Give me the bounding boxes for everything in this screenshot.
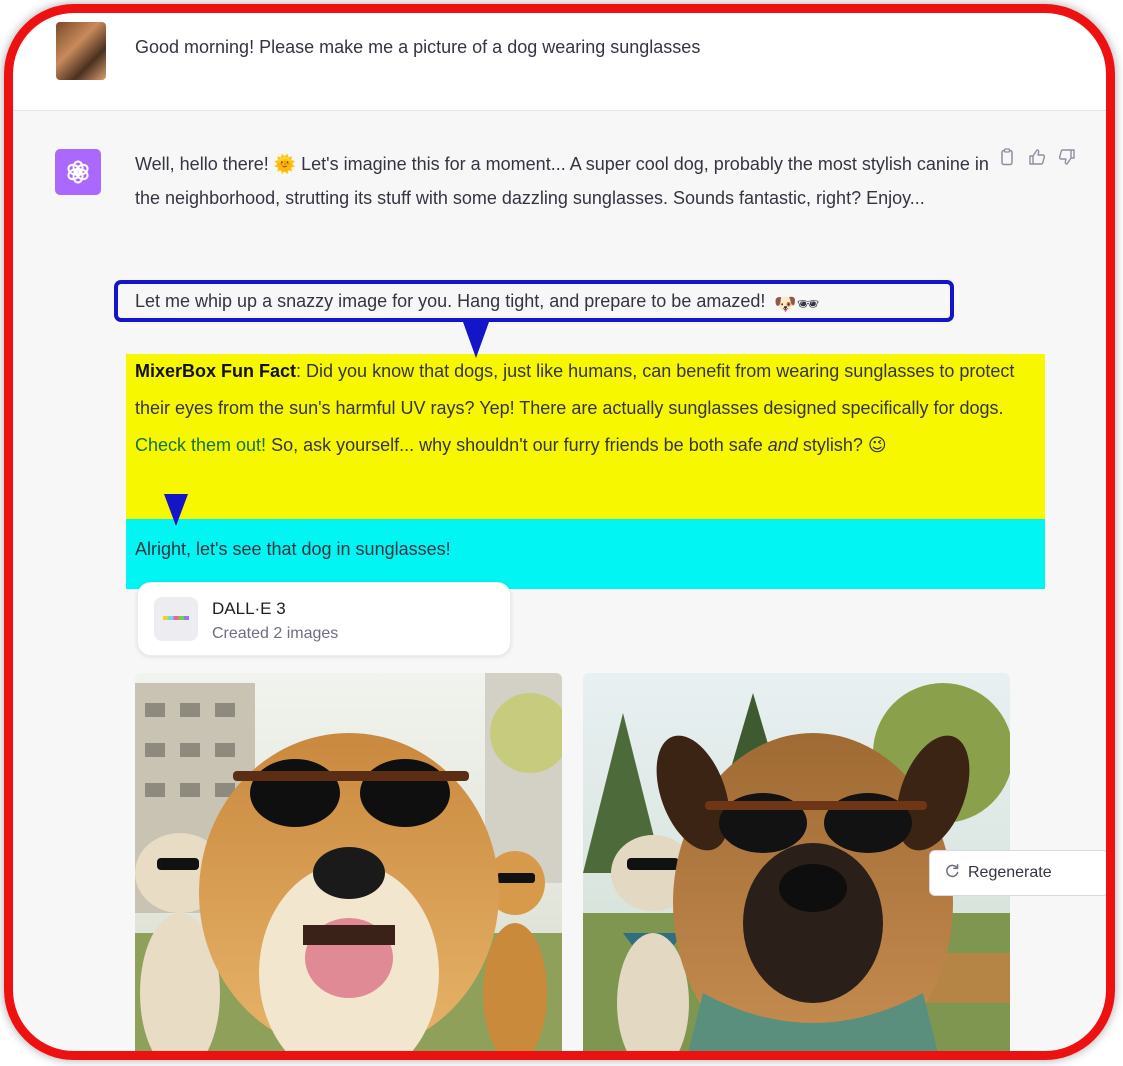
user-message-text: Good morning! Please make me a picture o… [135,37,701,57]
fun-fact-text-2: So, ask yourself... why shouldn't our fu… [266,435,768,455]
annotation-arrow-2 [164,494,188,526]
copy-icon[interactable] [997,147,1017,167]
assistant-intro-text: Well, hello there! 🌞 Let's imagine this … [135,154,989,208]
closing-text: Alright, let's see that dog in sunglasse… [135,539,451,559]
highlighted-message-text: Let me whip up a snazzy image for you. H… [135,288,820,317]
fun-fact-text-3: stylish? 😉 [797,435,887,455]
dog-sunglasses-emoji: 🐶🕶 [774,294,820,314]
dalle-tool-card[interactable]: DALL·E 3 Created 2 images [137,582,511,656]
message-actions [997,147,1077,167]
highlighted-sentence: Let me whip up a snazzy image for you. H… [135,291,766,311]
fun-fact-paragraph: MixerBox Fun Fact: Did you know that dog… [135,353,1015,464]
dalle-icon [154,597,198,641]
assistant-message-row: Well, hello there! 🌞 Let's imagine this … [4,111,1115,1060]
fun-fact-label: MixerBox Fun Fact [135,361,297,381]
refresh-icon [944,863,960,884]
user-avatar [56,22,106,80]
regenerate-label: Regenerate [968,864,1052,881]
dalle-subtitle: Created 2 images [212,625,339,642]
check-them-out-link[interactable]: Check them out! [135,435,266,455]
dalle-title: DALL·E 3 [212,599,286,618]
thumbs-up-icon[interactable] [1027,147,1047,167]
chatgpt-logo-icon [55,149,101,195]
user-message-row: Good morning! Please make me a picture o… [4,4,1115,110]
annotation-arrow-1 [463,322,489,358]
screenshot-frame: Good morning! Please make me a picture o… [4,4,1115,1060]
regenerate-button[interactable]: Regenerate [929,850,1109,896]
generated-image-1[interactable] [135,673,562,1060]
fun-fact-italic: and [767,435,798,455]
thumbs-down-icon[interactable] [1057,147,1077,167]
